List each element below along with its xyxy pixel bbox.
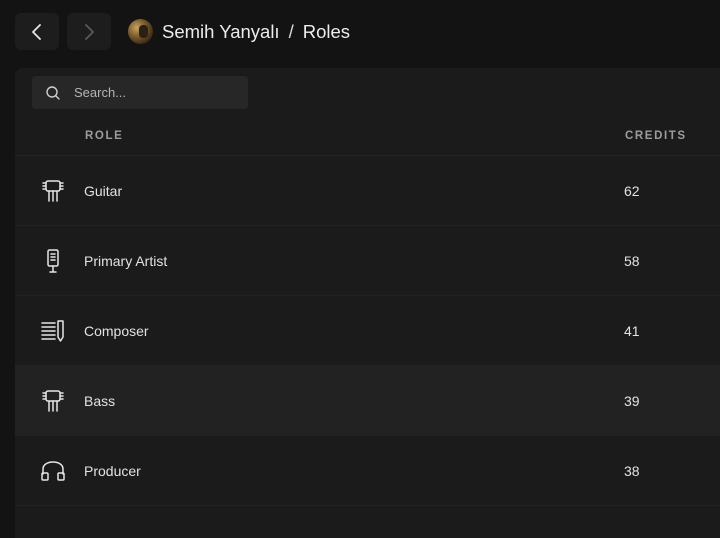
role-credits: 58	[624, 253, 640, 269]
search-icon	[46, 86, 60, 100]
table-row[interactable]: Bass 39	[15, 366, 720, 436]
guitar-icon	[42, 180, 64, 202]
table-row[interactable]: Composer 41	[15, 296, 720, 366]
role-name: Primary Artist	[84, 253, 168, 269]
role-credits: 62	[624, 183, 640, 199]
roles-table-body: Guitar 62 Primary Artist 58 Composer 41 …	[15, 156, 720, 506]
breadcrumb-separator: /	[288, 21, 294, 42]
table-row[interactable]: Primary Artist 58	[15, 226, 720, 296]
role-name: Producer	[84, 463, 141, 479]
search-box[interactable]	[32, 76, 248, 109]
forward-button[interactable]	[67, 13, 111, 50]
breadcrumb: Semih Yanyalı / Roles	[162, 20, 350, 44]
role-credits: 39	[624, 393, 640, 409]
chevron-left-icon	[32, 23, 41, 40]
headphones-icon	[41, 461, 65, 481]
back-button[interactable]	[15, 13, 59, 50]
role-name: Composer	[84, 323, 149, 339]
role-credits: 41	[624, 323, 640, 339]
column-header-credits[interactable]: CREDITS	[625, 130, 687, 142]
artist-avatar[interactable]	[128, 19, 153, 44]
microphone-icon	[47, 249, 59, 273]
role-credits: 38	[624, 463, 640, 479]
roles-panel: ROLE CREDITS Guitar 62	[15, 68, 720, 538]
table-header: ROLE CREDITS	[15, 118, 720, 156]
role-name: Bass	[84, 393, 116, 409]
column-header-role[interactable]: ROLE	[85, 130, 123, 142]
breadcrumb-page-title: Roles	[302, 21, 351, 42]
top-bar: Semih Yanyalı / Roles	[0, 0, 720, 64]
table-row[interactable]: Producer 38	[15, 436, 720, 506]
composer-icon	[41, 320, 64, 342]
search-input[interactable]	[74, 76, 244, 109]
table-row[interactable]: Guitar 62	[15, 156, 720, 226]
role-name: Guitar	[84, 183, 123, 199]
bass-icon	[42, 390, 64, 412]
chevron-right-icon	[85, 23, 94, 40]
breadcrumb-artist[interactable]: Semih Yanyalı	[162, 21, 280, 43]
